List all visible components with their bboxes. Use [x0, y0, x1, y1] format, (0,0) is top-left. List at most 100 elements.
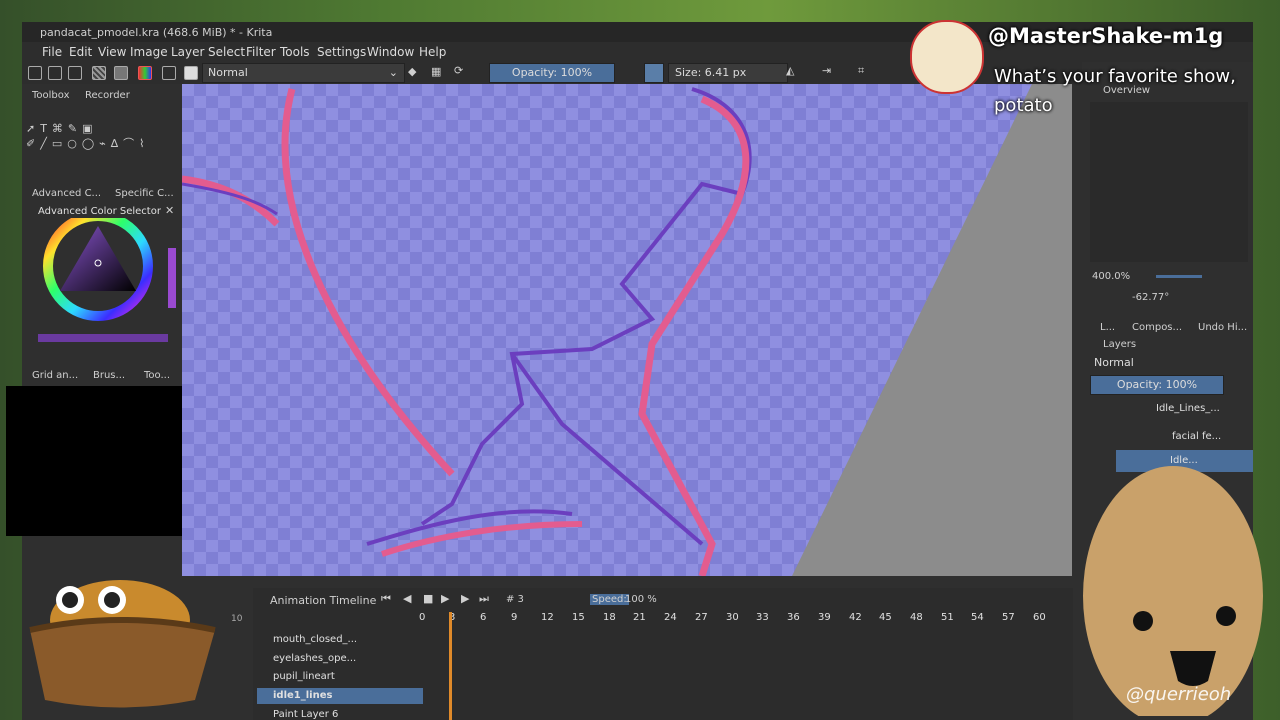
- ruler-label: 60: [1033, 612, 1046, 623]
- brush-presets-icon[interactable]: [138, 66, 152, 80]
- menu-select[interactable]: Select: [208, 45, 245, 59]
- blend-mode-value: Normal: [208, 66, 248, 79]
- window-title: pandacat_pmodel.kra (468.6 MiB) * - Krit…: [40, 26, 273, 39]
- speed-label: Speed:: [590, 594, 629, 605]
- tab-brushes[interactable]: Brus...: [93, 370, 125, 381]
- canvas-outside-area: [792, 84, 1072, 576]
- ruler-label: 48: [910, 612, 923, 623]
- layer-blend-select[interactable]: Normal: [1090, 354, 1244, 372]
- layers-title: Layers: [1103, 339, 1137, 350]
- timeline-layer[interactable]: mouth_closed_...: [273, 634, 357, 645]
- first-frame-icon[interactable]: ⏮: [381, 592, 391, 606]
- size-slider[interactable]: Size: 6.41 px: [668, 63, 788, 83]
- ruler-label: 12: [541, 612, 554, 623]
- timeline-zoom-label: 10: [231, 614, 243, 624]
- chevron-down-icon: ⌄: [388, 66, 398, 79]
- left-dock: Toolbox Recorder ➚T⌘✎▣ ✐╱▭○◯⌁∆⌒⌇ Advanced…: [22, 84, 182, 384]
- avatar: [910, 20, 984, 94]
- playhead[interactable]: [449, 612, 452, 720]
- layer-item[interactable]: facial fe...: [1172, 431, 1221, 442]
- eraser-icon[interactable]: ◆: [408, 65, 416, 78]
- ruler-label: 45: [879, 612, 892, 623]
- tab-toolbox[interactable]: Toolbox: [32, 90, 70, 101]
- ruler-label: 30: [726, 612, 739, 623]
- brush-preset-icon[interactable]: [184, 66, 198, 80]
- stop-icon[interactable]: ■: [423, 592, 433, 605]
- tab-undo-history[interactable]: Undo Hi...: [1198, 322, 1247, 333]
- blend-mode-select[interactable]: Normal ⌄: [202, 63, 405, 83]
- current-frame[interactable]: # 3: [506, 594, 524, 605]
- last-frame-icon[interactable]: ⏭: [479, 592, 489, 606]
- menu-window[interactable]: Window: [367, 45, 414, 59]
- ruler-label: 42: [849, 612, 862, 623]
- menu-file[interactable]: File: [42, 45, 62, 59]
- toolbox-tools[interactable]: ➚T⌘✎▣ ✐╱▭○◯⌁∆⌒⌇: [26, 122, 176, 156]
- tab-recorder[interactable]: Recorder: [85, 90, 130, 101]
- size-label: Size: 6.41 px: [675, 66, 747, 79]
- animation-timeline: Animation Timeline ⏮ ◀ ■ ▶ ▶ ⏭ # 3 Speed…: [253, 588, 1073, 720]
- timeline-layer[interactable]: Paint Layer 6: [273, 709, 338, 720]
- ruler-label: 36: [787, 612, 800, 623]
- mirror-horizontal-icon[interactable]: ◭: [786, 64, 794, 77]
- layer-blend-value: Normal: [1094, 356, 1134, 369]
- overview-dock: Overview 400.0% -62.77° L... Compos... U…: [1086, 84, 1253, 334]
- preserve-alpha-icon[interactable]: ▦: [431, 65, 441, 78]
- ruler-label: 39: [818, 612, 831, 623]
- ruler-label: 51: [941, 612, 954, 623]
- close-icon[interactable]: ✕: [165, 204, 174, 217]
- color-swatch[interactable]: [644, 63, 664, 83]
- ruler-label: 18: [603, 612, 616, 623]
- zoom-slider[interactable]: [1156, 275, 1202, 278]
- drawing-canvas[interactable]: [182, 84, 1072, 576]
- menu-filter[interactable]: Filter: [246, 45, 276, 59]
- tab-compositions[interactable]: Compos...: [1132, 322, 1182, 333]
- layer-opacity-label: Opacity: 100%: [1116, 378, 1198, 391]
- layer-opacity-slider[interactable]: Opacity: 100%: [1090, 375, 1224, 395]
- layer-item[interactable]: Idle_Lines_...: [1156, 403, 1220, 414]
- menu-help[interactable]: Help: [419, 45, 446, 59]
- tab-tool-options[interactable]: Too...: [144, 370, 170, 381]
- timeline-layer[interactable]: eyelashes_ope...: [273, 653, 356, 664]
- ruler-label: 15: [572, 612, 585, 623]
- save-icon[interactable]: [68, 66, 82, 80]
- gradient-icon[interactable]: [92, 66, 106, 80]
- new-document-icon[interactable]: [28, 66, 42, 80]
- menu-edit[interactable]: Edit: [69, 45, 92, 59]
- timeline-layer-selected[interactable]: idle1_lines: [257, 688, 423, 704]
- ruler-label: 9: [511, 612, 518, 623]
- ruler-label: 24: [664, 612, 677, 623]
- play-icon[interactable]: ▶: [441, 592, 449, 605]
- frame-ruler[interactable]: 0 3 6 9 12 15 18 21 24 27 30 33 36 39 42…: [413, 612, 1063, 626]
- brush-editor-icon[interactable]: [162, 66, 176, 80]
- ruler-label: 57: [1002, 612, 1015, 623]
- mirror-vertical-icon[interactable]: ⇥: [822, 64, 831, 77]
- ruler-label: 27: [695, 612, 708, 623]
- open-document-icon[interactable]: [48, 66, 62, 80]
- overview-thumbnail[interactable]: [1090, 102, 1248, 262]
- tab-layers-short[interactable]: L...: [1100, 322, 1115, 333]
- opacity-label: Opacity: 100%: [511, 66, 593, 79]
- ruler-label: 0: [419, 612, 426, 623]
- menu-settings[interactable]: Settings: [317, 45, 366, 59]
- rotation-value[interactable]: -62.77°: [1132, 292, 1169, 303]
- zoom-value[interactable]: 400.0%: [1092, 271, 1130, 282]
- menu-layer[interactable]: Layer: [171, 45, 204, 59]
- previous-frame-icon[interactable]: ◀: [403, 592, 411, 605]
- color-wheel[interactable]: [38, 218, 176, 348]
- ruler-label: 21: [633, 612, 646, 623]
- opacity-slider[interactable]: Opacity: 100%: [489, 63, 615, 83]
- menu-tools[interactable]: Tools: [280, 45, 310, 59]
- watermark: @querrieoh: [1126, 684, 1232, 705]
- pattern-icon[interactable]: [114, 66, 128, 80]
- wrap-around-icon[interactable]: ⌗: [858, 64, 864, 78]
- speed-value[interactable]: 100 %: [625, 594, 657, 605]
- tab-grid[interactable]: Grid an...: [32, 370, 78, 381]
- ruler-label: 33: [756, 612, 769, 623]
- reload-icon[interactable]: ⟳: [454, 64, 463, 77]
- timeline-layer[interactable]: pupil_lineart: [273, 671, 335, 682]
- menu-image[interactable]: Image: [130, 45, 168, 59]
- next-frame-icon[interactable]: ▶: [461, 592, 469, 605]
- menu-view[interactable]: View: [98, 45, 126, 59]
- tab-advanced-color[interactable]: Advanced C...: [32, 188, 101, 199]
- tab-specific-color[interactable]: Specific C...: [115, 188, 174, 199]
